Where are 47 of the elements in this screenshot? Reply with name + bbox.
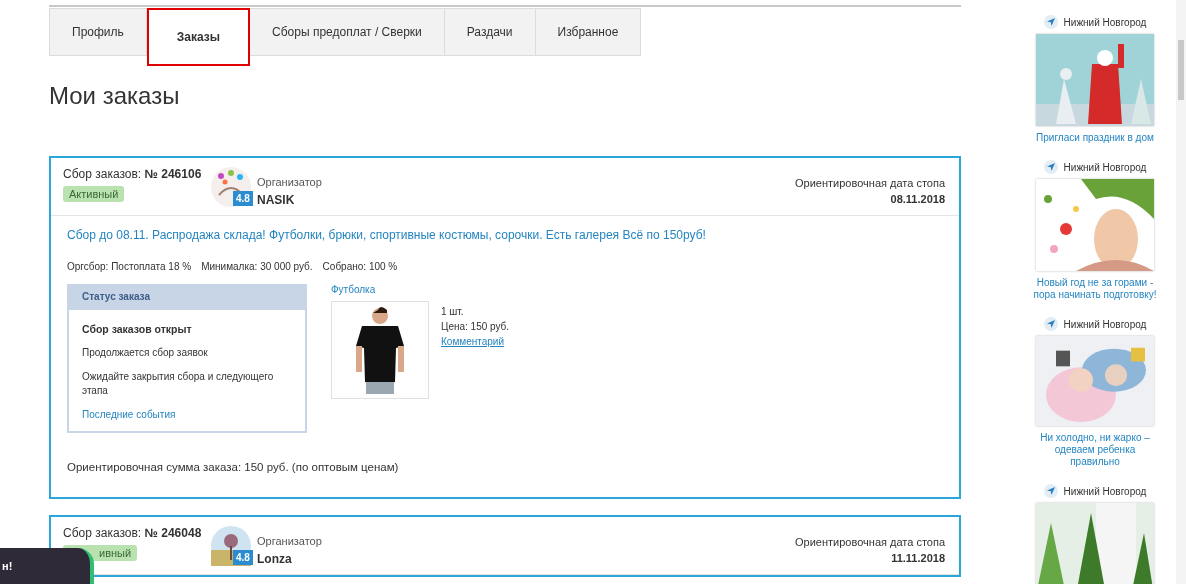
location-arrow-icon <box>1043 160 1058 174</box>
organizer-name[interactable]: Lonza <box>257 552 322 566</box>
location-text: Нижний Новгород <box>1063 16 1147 28</box>
status-state: Сбор заказов открыт <box>82 322 193 336</box>
collection-link[interactable]: Сбор до 08.11. Распродажа склада! Футболки, брюки, спортивные костюмы, сорочки. Есть галерея Всё по 150руб! <box>67 228 943 242</box>
stat-text: Оргсбор: Постоплата 18 % <box>67 261 192 272</box>
location-arrow-icon <box>1043 317 1058 331</box>
events-link[interactable]: Последние события <box>82 408 292 422</box>
rating-badge: 4.8 <box>233 550 253 565</box>
tab[interactable]: Заказы <box>146 8 251 66</box>
stop-date-label: Ориентировочная дата стопа <box>795 536 945 548</box>
organizer-label: Организатор <box>257 535 322 547</box>
quantity-text: 1 шт. <box>441 306 465 317</box>
tab[interactable]: Профиль <box>49 8 147 56</box>
stop-date: 08.11.2018 <box>890 193 945 205</box>
scrollbar[interactable] <box>1176 0 1186 584</box>
stat-text: Минималка: 30 000 руб. <box>201 261 313 272</box>
location-text: Нижний Новгород <box>1063 161 1147 173</box>
location-arrow-icon <box>1043 484 1058 498</box>
tab[interactable]: Раздачи <box>444 8 536 56</box>
organizer-name[interactable]: NASIK <box>257 193 322 207</box>
comment-link[interactable]: Комментарий <box>441 336 510 347</box>
status-text: Ожидайте закрытия сбора и следующего этапа <box>82 370 275 398</box>
article-link[interactable]: Новый год не за горами - пора начинать подготовку! <box>1030 277 1160 301</box>
product-link[interactable]: Футболка <box>331 284 510 295</box>
location-arrow-icon <box>1043 15 1058 29</box>
stop-date-label: Ориентировочная дата стопа <box>795 177 945 189</box>
scrollbar-thumb[interactable] <box>1178 40 1184 100</box>
status-badge: Активный <box>63 186 125 202</box>
location-text: Нижний Новгород <box>1063 318 1147 330</box>
article-link[interactable]: Пригласи праздник в дом <box>1036 132 1154 144</box>
stop-date: 11.11.2018 <box>891 552 945 564</box>
order-total: Ориентировочная сумма заказа: 150 руб. (по оптовым ценам) <box>67 461 400 473</box>
panel-title: Статус заказа <box>69 286 305 310</box>
order-number: Сбор заказов: № 246048 <box>63 526 203 540</box>
tab[interactable]: Сборы предоплат / Сверки <box>250 8 445 56</box>
order-number: Сбор заказов: № 246106 <box>63 167 203 181</box>
article-link[interactable]: Ни холодно, ни жарко – одеваем ребенка правильно <box>1030 432 1160 468</box>
rating-badge: 4.8 <box>233 191 253 206</box>
stat-text: Собрано: 100 % <box>322 261 398 272</box>
toast-text: н! <box>1 560 13 572</box>
page-title: Мои заказы <box>49 82 181 110</box>
price-text: Цена: 150 руб. <box>441 321 510 332</box>
tab[interactable]: Избранное <box>535 8 642 56</box>
location-text: Нижний Новгород <box>1063 485 1147 497</box>
status-text: Продолжается сбор заявок <box>82 346 209 360</box>
organizer-label: Организатор <box>257 176 322 188</box>
